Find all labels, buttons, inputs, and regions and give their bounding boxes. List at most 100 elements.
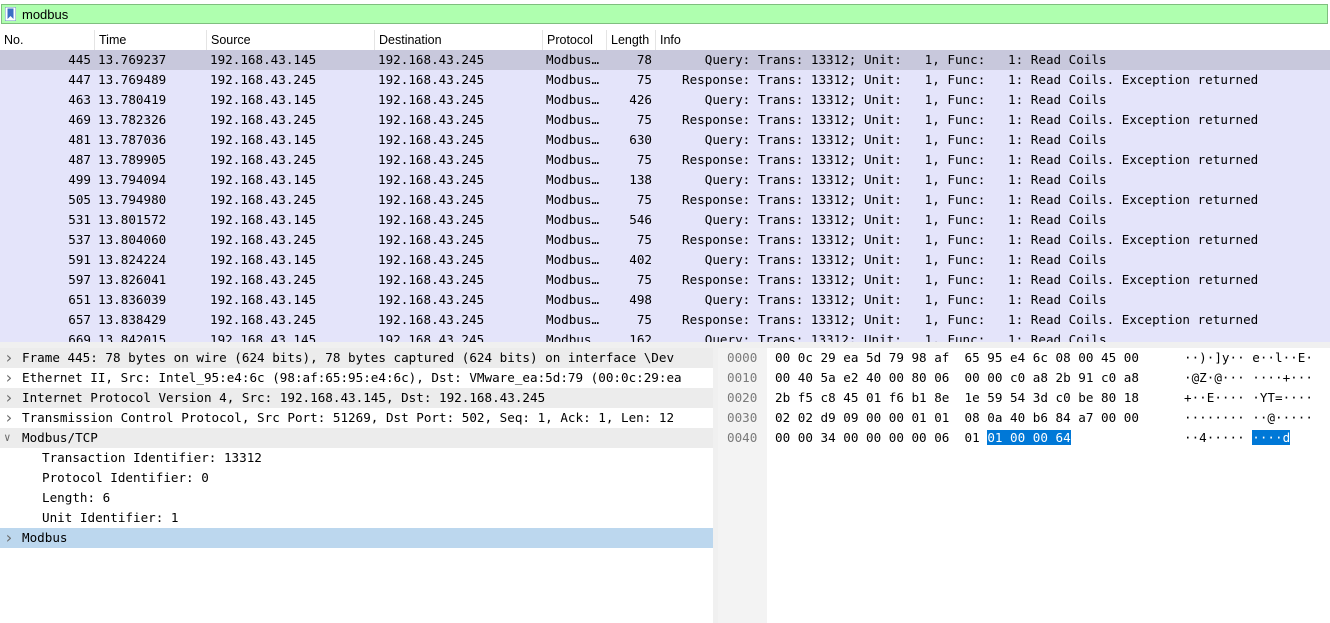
- packet-info: Response: Trans: 13312; Unit: 1, Func: 1…: [682, 112, 1259, 127]
- packet-length: 138: [629, 172, 652, 187]
- packet-row[interactable]: 463 13.780419 192.168.43.145 192.168.43.245…: [0, 90, 1330, 110]
- packet-row[interactable]: 537 13.804060 192.168.43.245 192.168.43.245…: [0, 230, 1330, 250]
- display-filter-input[interactable]: [22, 6, 1302, 22]
- packet-destination: 192.168.43.245: [378, 332, 485, 342]
- column-header-info[interactable]: Info: [656, 30, 1330, 50]
- packet-protocol: Modbus…: [546, 52, 600, 67]
- column-header-destination[interactable]: Destination: [375, 30, 543, 50]
- packet-no: 499: [68, 172, 91, 187]
- packet-protocol: Modbus…: [546, 212, 600, 227]
- ascii-bytes-highlight[interactable]: ····d: [1252, 430, 1291, 445]
- ascii-bytes[interactable]: ··)·]y·· e··l··E·: [1184, 348, 1313, 368]
- chevron-right-icon[interactable]: ›: [4, 388, 16, 408]
- packet-time: 13.826041: [98, 272, 167, 287]
- packet-row[interactable]: 499 13.794094 192.168.43.145 192.168.43.245…: [0, 170, 1330, 190]
- packet-list-header: No. Time Source Destination Protocol Len…: [0, 30, 1330, 51]
- packet-row[interactable]: 487 13.789905 192.168.43.245 192.168.43.245…: [0, 150, 1330, 170]
- tree-item[interactable]: › Internet Protocol Version 4, Src: 192.1…: [0, 388, 713, 408]
- tree-item[interactable]: › Transmission Control Protocol, Src Port…: [0, 408, 713, 428]
- ascii-bytes-text: ········ ··@·····: [1184, 410, 1313, 425]
- packet-info: Response: Trans: 13312; Unit: 1, Func: 1…: [682, 192, 1259, 207]
- packet-protocol: Modbus…: [546, 252, 600, 267]
- packet-no: 669: [68, 332, 91, 342]
- packet-row[interactable]: 597 13.826041 192.168.43.245 192.168.43.245…: [0, 270, 1330, 290]
- packet-info: Response: Trans: 13312; Unit: 1, Func: 1…: [682, 272, 1259, 287]
- chevron-right-icon[interactable]: ›: [4, 408, 16, 428]
- packet-details-tree[interactable]: › Frame 445: 78 bytes on wire (624 bits),…: [0, 348, 713, 623]
- packet-destination: 192.168.43.245: [378, 172, 485, 187]
- chevron-down-icon[interactable]: ∨: [4, 428, 16, 448]
- packet-row[interactable]: 669 13.842015 192.168.43.145 192.168.43.245…: [0, 330, 1330, 342]
- ascii-bytes[interactable]: ··4····· ····d: [1184, 428, 1291, 448]
- tree-item-label: Transmission Control Protocol, Src Port:…: [22, 410, 675, 425]
- tree-item-label: Modbus: [22, 530, 68, 545]
- tree-item[interactable]: Unit Identifier: 1: [0, 508, 713, 528]
- packet-length: 75: [636, 112, 652, 127]
- tree-item[interactable]: Length: 6: [0, 488, 713, 508]
- column-header-time[interactable]: Time: [95, 30, 207, 50]
- display-filter-field[interactable]: [1, 4, 1328, 24]
- packet-row[interactable]: 445 13.769237 192.168.43.145 192.168.43.245…: [0, 50, 1330, 70]
- packet-destination: 192.168.43.245: [378, 132, 485, 147]
- chevron-right-icon[interactable]: ›: [4, 348, 16, 368]
- tree-item-label: Modbus/TCP: [22, 430, 98, 445]
- hex-bytes[interactable]: 00 40 5a e2 40 00 80 06 00 00 c0 a8 2b 9…: [775, 368, 1139, 388]
- packet-length: 546: [629, 212, 652, 227]
- chevron-right-icon[interactable]: ›: [4, 528, 16, 548]
- packet-info: Query: Trans: 13312; Unit: 1, Func: 1: R…: [682, 212, 1107, 227]
- hex-bytes[interactable]: 2b f5 c8 45 01 f6 b1 8e 1e 59 54 3d c0 b…: [775, 388, 1139, 408]
- packet-length: 498: [629, 292, 652, 307]
- packet-bytes-pane[interactable]: 0000 00 0c 29 ea 5d 79 98 af 65 95 e4 6c …: [718, 348, 1330, 623]
- hex-bytes-highlight[interactable]: 01 00 00 64: [987, 430, 1071, 445]
- byte-offset: 0040: [727, 430, 758, 445]
- packet-no: 597: [68, 272, 91, 287]
- packet-destination: 192.168.43.245: [378, 92, 485, 107]
- tree-item[interactable]: › Modbus: [0, 528, 713, 548]
- packet-protocol: Modbus…: [546, 312, 600, 327]
- packet-time: 13.794094: [98, 172, 167, 187]
- packet-row[interactable]: 531 13.801572 192.168.43.145 192.168.43.245…: [0, 210, 1330, 230]
- hex-bytes[interactable]: 00 0c 29 ea 5d 79 98 af 65 95 e4 6c 08 0…: [775, 348, 1139, 368]
- byte-offset: 0020: [727, 390, 758, 405]
- ascii-bytes[interactable]: +··E···· ·YT=····: [1184, 388, 1313, 408]
- ascii-bytes[interactable]: ·@Z·@··· ····+···: [1184, 368, 1313, 388]
- packet-row[interactable]: 469 13.782326 192.168.43.245 192.168.43.245…: [0, 110, 1330, 130]
- tree-item-label: Transaction Identifier: 13312: [42, 450, 262, 465]
- tree-item[interactable]: Transaction Identifier: 13312: [0, 448, 713, 468]
- packet-protocol: Modbus…: [546, 132, 600, 147]
- tree-item[interactable]: › Ethernet II, Src: Intel_95:e4:6c (98:af…: [0, 368, 713, 388]
- tree-item[interactable]: Protocol Identifier: 0: [0, 468, 713, 488]
- packet-time: 13.769489: [98, 72, 167, 87]
- packet-row[interactable]: 657 13.838429 192.168.43.245 192.168.43.245…: [0, 310, 1330, 330]
- tree-item[interactable]: ∨ Modbus/TCP: [0, 428, 713, 448]
- column-header-protocol[interactable]: Protocol: [543, 30, 607, 50]
- packet-time: 13.801572: [98, 212, 167, 227]
- packet-list[interactable]: No. Time Source Destination Protocol Len…: [0, 30, 1330, 342]
- hex-bytes[interactable]: 00 00 34 00 00 00 00 06 01 01 00 00 64: [775, 428, 1071, 448]
- column-header-source[interactable]: Source: [207, 30, 375, 50]
- hex-bytes-text: 00 00 34 00 00 00 00 06 01: [775, 430, 988, 445]
- display-filter-toolbar: [0, 0, 1330, 30]
- packet-row[interactable]: 481 13.787036 192.168.43.145 192.168.43.245…: [0, 130, 1330, 150]
- tree-item-label: Protocol Identifier: 0: [42, 470, 209, 485]
- packet-source: 192.168.43.245: [210, 272, 317, 287]
- packet-row[interactable]: 505 13.794980 192.168.43.245 192.168.43.245…: [0, 190, 1330, 210]
- packet-time: 13.780419: [98, 92, 167, 107]
- packet-row[interactable]: 651 13.836039 192.168.43.145 192.168.43.245…: [0, 290, 1330, 310]
- tree-item[interactable]: › Frame 445: 78 bytes on wire (624 bits),…: [0, 348, 713, 368]
- tree-item-label: Ethernet II, Src: Intel_95:e4:6c (98:af:…: [22, 370, 682, 385]
- packet-source: 192.168.43.145: [210, 132, 317, 147]
- hex-bytes[interactable]: 02 02 d9 09 00 00 01 01 08 0a 40 b6 84 a…: [775, 408, 1139, 428]
- column-header-no[interactable]: No.: [0, 30, 95, 50]
- ascii-bytes[interactable]: ········ ··@·····: [1184, 408, 1313, 428]
- packet-info: Query: Trans: 13312; Unit: 1, Func: 1: R…: [682, 332, 1107, 342]
- chevron-right-icon[interactable]: ›: [4, 368, 16, 388]
- packet-time: 13.794980: [98, 192, 167, 207]
- packet-source: 192.168.43.245: [210, 192, 317, 207]
- column-header-length[interactable]: Length: [607, 30, 656, 50]
- packet-row[interactable]: 591 13.824224 192.168.43.145 192.168.43.245…: [0, 250, 1330, 270]
- packet-row[interactable]: 447 13.769489 192.168.43.245 192.168.43.245…: [0, 70, 1330, 90]
- bookmark-icon[interactable]: [5, 7, 16, 21]
- packet-length: 75: [636, 232, 652, 247]
- packet-no: 447: [68, 72, 91, 87]
